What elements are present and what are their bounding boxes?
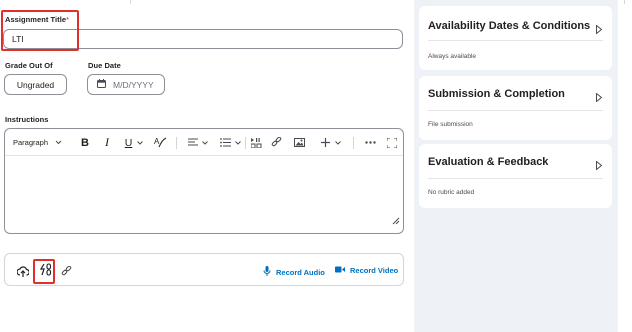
availability-card-subtitle: Always available bbox=[428, 53, 477, 60]
chevron-down-icon bbox=[55, 138, 62, 147]
ungraded-button[interactable]: Ungraded bbox=[4, 74, 67, 95]
instructions-label: Instructions bbox=[5, 115, 49, 124]
due-date-label: Due Date bbox=[88, 61, 121, 70]
caret-right-icon bbox=[596, 157, 603, 175]
text-style-icon[interactable]: A bbox=[152, 129, 168, 156]
title-highlight-box bbox=[1, 10, 79, 51]
attachments-bar: Record Audio Record Video bbox=[4, 253, 404, 286]
align-icon[interactable] bbox=[186, 129, 210, 156]
ungraded-label: Ungraded bbox=[16, 79, 55, 90]
right-edge-strip bbox=[618, 0, 632, 332]
insert-stuff-icon[interactable] bbox=[249, 129, 263, 156]
more-icon[interactable] bbox=[363, 129, 377, 156]
evaluation-card[interactable]: Evaluation & Feedback No rubric added bbox=[419, 144, 612, 208]
evaluation-card-subtitle: No rubric added bbox=[428, 189, 475, 196]
video-camera-icon bbox=[335, 266, 345, 275]
underline-icon[interactable]: U bbox=[121, 129, 147, 156]
instructions-editor[interactable]: Paragraph B I U A bbox=[4, 128, 404, 234]
italic-icon[interactable]: I bbox=[101, 129, 113, 156]
upload-icon[interactable] bbox=[16, 264, 30, 282]
settings-sidebar: Availability Dates & Conditions Always a… bbox=[414, 0, 618, 332]
record-audio-button[interactable]: Record Audio bbox=[263, 266, 325, 278]
bold-icon[interactable]: B bbox=[78, 129, 92, 156]
editor-toolbar: Paragraph B I U A bbox=[5, 129, 403, 156]
link-icon[interactable] bbox=[269, 129, 283, 156]
quicklink-highlight-box bbox=[33, 259, 55, 284]
image-icon[interactable] bbox=[292, 129, 306, 156]
fullscreen-icon[interactable] bbox=[385, 129, 399, 156]
due-date-placeholder: M/D/YYYY bbox=[113, 79, 154, 90]
link-icon[interactable] bbox=[61, 264, 72, 282]
submission-card[interactable]: Submission & Completion File submission bbox=[419, 76, 612, 140]
svg-text:A: A bbox=[154, 137, 160, 146]
submission-card-title: Submission & Completion bbox=[428, 88, 565, 100]
top-divider bbox=[0, 0, 414, 5]
insert-icon[interactable] bbox=[318, 129, 344, 156]
availability-card-title: Availability Dates & Conditions bbox=[428, 20, 591, 32]
availability-card[interactable]: Availability Dates & Conditions Always a… bbox=[419, 6, 612, 70]
calendar-icon bbox=[97, 79, 106, 90]
list-icon[interactable] bbox=[218, 129, 242, 156]
record-audio-label: Record Audio bbox=[276, 267, 325, 277]
caret-right-icon bbox=[596, 89, 603, 107]
due-date-input[interactable]: M/D/YYYY bbox=[87, 74, 165, 95]
grade-out-of-label: Grade Out Of bbox=[5, 61, 53, 70]
caret-right-icon bbox=[596, 21, 603, 39]
assignment-form: Assignment Title* LTI Grade Out Of Ungra… bbox=[0, 0, 414, 332]
evaluation-card-title: Evaluation & Feedback bbox=[428, 156, 549, 168]
record-video-button[interactable]: Record Video bbox=[335, 266, 398, 275]
paragraph-select[interactable]: Paragraph bbox=[13, 129, 73, 156]
microphone-icon bbox=[263, 266, 271, 278]
resize-handle-icon[interactable] bbox=[392, 212, 400, 230]
submission-card-subtitle: File submission bbox=[428, 121, 473, 128]
record-video-label: Record Video bbox=[350, 266, 399, 275]
paragraph-select-label: Paragraph bbox=[13, 138, 49, 147]
